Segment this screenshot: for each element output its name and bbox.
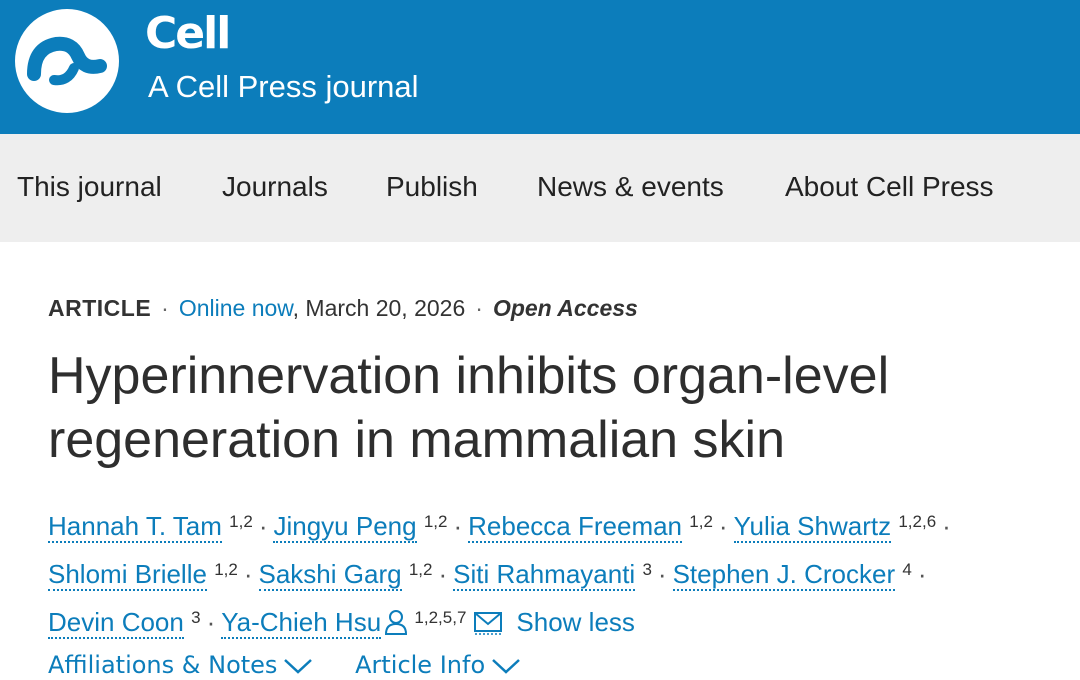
author-link[interactable]: Rebecca Freeman <box>468 511 683 543</box>
author-link[interactable]: Yulia Shwartz <box>733 511 892 543</box>
author-affiliations: 1,2 <box>408 560 433 579</box>
corresponding-author-icon <box>385 610 408 635</box>
author-affiliations: 3 <box>191 608 201 627</box>
author-link[interactable]: Stephen J. Crocker <box>672 559 896 591</box>
author-link[interactable]: Hannah T. Tam <box>48 511 222 543</box>
nav-journals[interactable]: Journals <box>222 170 328 204</box>
author-affiliations: 1,2 <box>214 560 238 579</box>
nav-this-journal[interactable]: This journal <box>17 170 162 204</box>
affiliations-toggle-label: Affiliations & Notes <box>48 651 278 679</box>
publication-date: , March 20, 2026 <box>292 295 466 321</box>
article-meta: ARTICLE · Online now, March 20, 2026 · Open … <box>48 293 638 323</box>
separator: · <box>206 607 216 637</box>
site-header: Cell A Cell Press journal <box>0 0 1080 134</box>
separator: · <box>718 511 728 541</box>
nav-news-events[interactable]: News & events <box>537 170 724 204</box>
separator: · <box>917 559 927 589</box>
separator: · <box>942 511 951 541</box>
separator: · <box>438 559 448 589</box>
show-less-button[interactable]: Show less <box>516 607 635 637</box>
author-link[interactable]: Jingyu Peng <box>273 511 417 543</box>
article-type: ARTICLE <box>48 295 152 321</box>
journal-tagline: A Cell Press journal <box>148 69 419 104</box>
author-link[interactable]: Sakshi Garg <box>258 559 402 591</box>
separator: · <box>475 295 483 321</box>
affiliations-toggle[interactable]: Affiliations & Notes <box>48 650 313 680</box>
author-affiliations: 1,2,6 <box>898 512 937 531</box>
author-link[interactable]: Ya-Chieh Hsu <box>221 607 382 639</box>
author-affiliations: 1,2 <box>689 512 713 531</box>
email-icon[interactable] <box>474 611 503 635</box>
main-nav: This journal Journals Publish News & eve… <box>0 134 1080 242</box>
author-link[interactable]: Devin Coon <box>48 607 184 639</box>
author-affiliations: 1,2 <box>229 512 253 531</box>
nav-about-cell-press[interactable]: About Cell Press <box>785 170 994 204</box>
author-link[interactable]: Shlomi Brielle <box>48 559 207 591</box>
separator: · <box>453 511 463 541</box>
chevron-down-icon <box>492 659 520 674</box>
author-affiliations: 4 <box>902 560 912 579</box>
open-access-label: Open Access <box>492 295 638 321</box>
author-link[interactable]: Siti Rahmayanti <box>453 559 636 591</box>
chevron-down-icon <box>284 659 313 674</box>
cell-press-logo-icon[interactable] <box>14 8 120 114</box>
separator: · <box>243 559 253 589</box>
journal-name[interactable]: Cell <box>145 8 231 60</box>
article-info-toggle[interactable]: Article Info <box>355 650 521 680</box>
author-affiliations: 3 <box>642 560 652 579</box>
article-toggles: Affiliations & Notes Article Info <box>48 650 555 680</box>
author-affiliations: 1,2 <box>423 512 448 531</box>
nav-publish[interactable]: Publish <box>386 170 478 204</box>
separator: · <box>161 295 169 321</box>
online-status: Online now <box>178 295 293 321</box>
article-info-toggle-label: Article Info <box>355 651 486 679</box>
article-title: Hyperinnervation inhibits organ-level re… <box>48 347 890 469</box>
author-affiliations: 1,2,5,7 <box>414 608 467 627</box>
separator: · <box>657 559 667 589</box>
author-list: Hannah T. Tam 1,2 · Jingyu Peng 1,2 · Rebecc… <box>48 500 1073 644</box>
separator: · <box>258 511 268 541</box>
